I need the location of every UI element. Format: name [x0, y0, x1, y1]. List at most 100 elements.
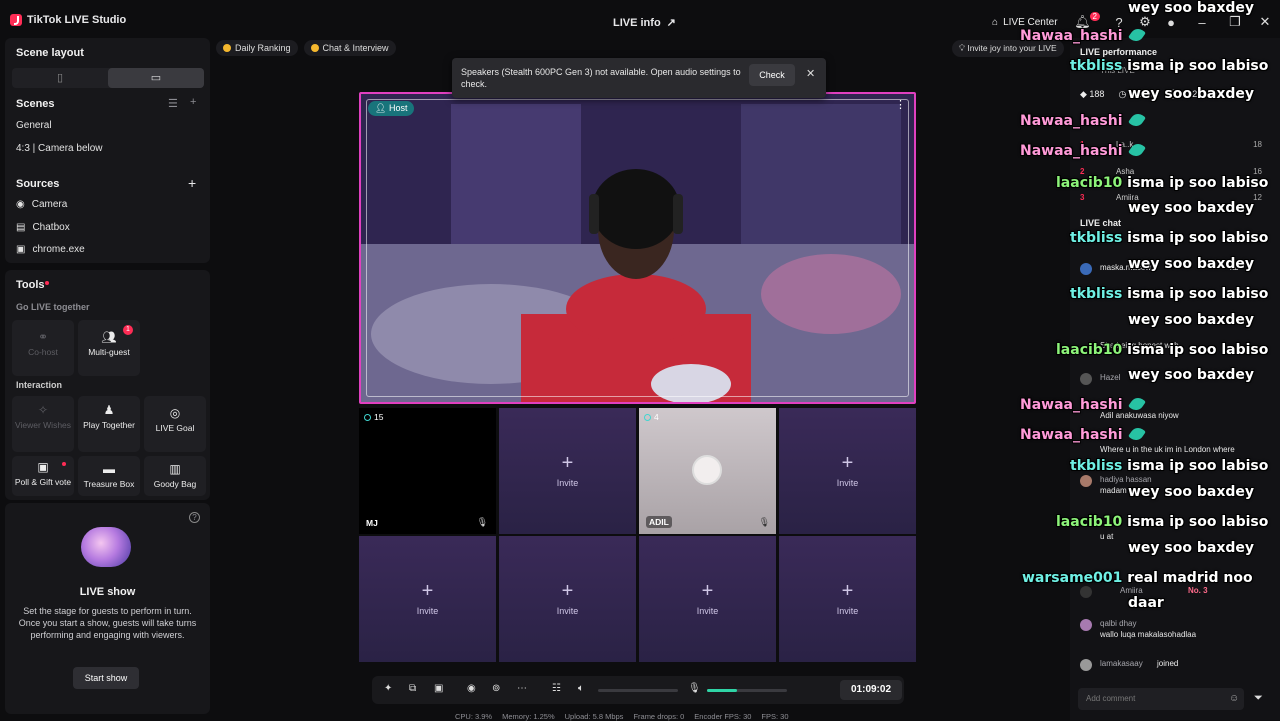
multiguest-button[interactable]: 1 👥︎ Multi-guest	[78, 320, 140, 376]
top-tabs: Daily Ranking Chat & Interview	[216, 40, 396, 56]
close-icon[interactable]: ✕	[806, 67, 815, 80]
ranking-row[interactable]: 1 La..k 18	[1080, 140, 1272, 152]
record-icon[interactable]: ◉	[467, 683, 476, 694]
cohost-button[interactable]: ⚭ Co-host	[12, 320, 74, 376]
notification-badge: 2	[1089, 11, 1100, 21]
chat-user: Amiira	[1120, 586, 1143, 595]
share-icon[interactable]: ↗	[667, 16, 676, 29]
invite-joy-banner[interactable]: 💡︎ Invite joy into your LIVE	[952, 40, 1064, 57]
poll-gift-label: Poll & Gift vote	[14, 477, 72, 487]
more-icon[interactable]: ⋮	[895, 98, 906, 111]
treasure-icon: ▬	[103, 462, 115, 476]
magic-wand-icon[interactable]: ✦	[384, 683, 392, 694]
layers-icon[interactable]: ⧉	[409, 683, 416, 694]
camera-switch-icon[interactable]: ⊚	[492, 683, 500, 694]
treasure-box-button[interactable]: ▬ Treasure Box	[78, 456, 140, 496]
layout-icon[interactable]: ▣	[434, 683, 443, 694]
avatar	[1080, 586, 1092, 598]
chat-interview-tab[interactable]: Chat & Interview	[303, 40, 396, 56]
interaction-label: Interaction	[16, 380, 63, 390]
close-icon[interactable]: ✕	[1250, 14, 1280, 30]
filter-icon[interactable]: ⏷	[1254, 692, 1263, 705]
tools-panel: Tools Go LIVE together ⚭ Co-host 1 👥︎ Multi…	[5, 270, 210, 500]
check-button[interactable]: Check	[749, 64, 795, 86]
coin-icon	[310, 44, 319, 52]
guest-tile-adil[interactable]: 4 ADIL 🎙︎	[639, 408, 776, 534]
chat-text: She being honest with	[1100, 341, 1179, 350]
scene-item-camera-below[interactable]: 4:3 | Camera below	[16, 143, 103, 154]
mic-icon[interactable]: 🎙︎	[477, 517, 488, 528]
host-video[interactable]: 👤︎ Host ⋮	[359, 92, 916, 404]
add-source-icon[interactable]: +	[188, 175, 196, 191]
control-bar: ✦ ⧉ ▣ ◉ ⊚ ⋯ ☷ 🔈︎ 🎙︎ 01:09:02	[372, 676, 904, 704]
guest-tile-mj[interactable]: 15 MJ 🎙︎	[359, 408, 496, 534]
portrait-layout-button[interactable]: ▯	[12, 68, 108, 88]
camera-icon: ◉	[16, 199, 25, 210]
bulb-icon: 💡︎	[959, 43, 965, 53]
add-comment-input[interactable]: Add comment	[1078, 688, 1244, 710]
invite-slot[interactable]: + Invite	[499, 536, 636, 662]
mic-icon[interactable]: 🎙︎	[759, 517, 770, 528]
speaker-icon[interactable]: 🔈︎	[578, 683, 584, 694]
live-show-description: Set the stage for guests to perform in t…	[18, 606, 197, 640]
likes-stat: ♥ 9	[1211, 89, 1225, 99]
chat-user: maska.macow	[1100, 263, 1152, 272]
settings-icon[interactable]: ⚙	[1132, 14, 1158, 30]
chat-text: x2	[1230, 263, 1239, 272]
mic-slider[interactable]	[707, 689, 787, 692]
maximize-icon[interactable]: ❐	[1220, 14, 1250, 30]
chat-user: qalbi dhay	[1100, 619, 1137, 628]
ranking-row[interactable]: 2 Asha 16	[1080, 167, 1272, 179]
add-scene-icon[interactable]: +	[190, 96, 196, 108]
rank-name: Amiira	[1116, 193, 1139, 202]
scene-item-general[interactable]: General	[16, 120, 52, 131]
right-panel: LIVE performance This LIVE ◆ 188 ◷ 85.0%…	[1070, 38, 1280, 720]
help-icon[interactable]: ?	[1106, 15, 1132, 30]
poll-dot	[62, 462, 66, 466]
source-camera[interactable]: ◉ Camera	[16, 199, 67, 210]
emoji-icon[interactable]: ☺	[1229, 693, 1239, 704]
invite-slot[interactable]: + Invite	[359, 536, 496, 662]
live-goal-button[interactable]: ◎ LIVE Goal	[144, 396, 206, 452]
start-show-button[interactable]: Start show	[73, 667, 139, 689]
viewer-wishes-button[interactable]: ✧ Viewer Wishes	[12, 396, 74, 452]
stat-value: 222	[1182, 89, 1198, 99]
daily-ranking-tab[interactable]: Daily Ranking	[216, 40, 298, 56]
toast-message: Speakers (Stealth 600PC Gen 3) not avail…	[461, 67, 741, 89]
coin-icon	[223, 44, 231, 52]
play-together-button[interactable]: ♟ Play Together	[78, 396, 140, 452]
source-chatbox[interactable]: ▤ Chatbox	[16, 222, 70, 233]
coin-icon	[364, 413, 371, 421]
invite-slot[interactable]: + Invite	[779, 536, 916, 662]
minimize-icon[interactable]: –	[1184, 15, 1220, 30]
goal-icon: ◎	[169, 406, 181, 420]
goody-bag-label: Goody Bag	[153, 479, 197, 489]
help-icon[interactable]: ?	[189, 512, 200, 523]
avatar	[1080, 619, 1092, 631]
rank-number: 3	[1080, 193, 1085, 202]
sliders-icon[interactable]: ☷	[552, 683, 561, 694]
person-icon: 👤︎	[375, 103, 387, 113]
invite-slot[interactable]: + Invite	[499, 408, 636, 534]
live-show-panel: ? LIVE show Set the stage for guests to …	[5, 503, 210, 714]
play-together-label: Play Together	[83, 420, 135, 430]
landscape-layout-button[interactable]: ▭	[108, 68, 204, 88]
volume-slider[interactable]	[598, 689, 678, 692]
source-label: Camera	[31, 199, 68, 210]
invite-slot[interactable]: + Invite	[639, 536, 776, 662]
goody-bag-button[interactable]: ▥ Goody Bag	[144, 456, 206, 496]
mic-icon[interactable]: 🎙︎	[688, 683, 701, 694]
source-label: chrome.exe	[32, 244, 85, 255]
rank-name: La..k	[1116, 140, 1134, 149]
more-icon[interactable]: ⋯	[517, 683, 527, 694]
avatar[interactable]: ●	[1158, 15, 1184, 30]
list-icon[interactable]: ☰	[168, 97, 178, 110]
source-chrome[interactable]: ▣ chrome.exe	[16, 244, 85, 255]
ranking-row[interactable]: 3 Amiira 12	[1080, 193, 1272, 205]
invite-slot[interactable]: + Invite	[779, 408, 916, 534]
poll-gift-button[interactable]: ▣ Poll & Gift vote	[12, 456, 74, 496]
live-center-button[interactable]: ⌂ LIVE Center	[992, 17, 1058, 28]
rank-value: 12	[1253, 193, 1262, 202]
app-logo: TikTok LIVE Studio	[10, 14, 126, 26]
live-info-title[interactable]: LIVE info ↗	[613, 16, 676, 30]
